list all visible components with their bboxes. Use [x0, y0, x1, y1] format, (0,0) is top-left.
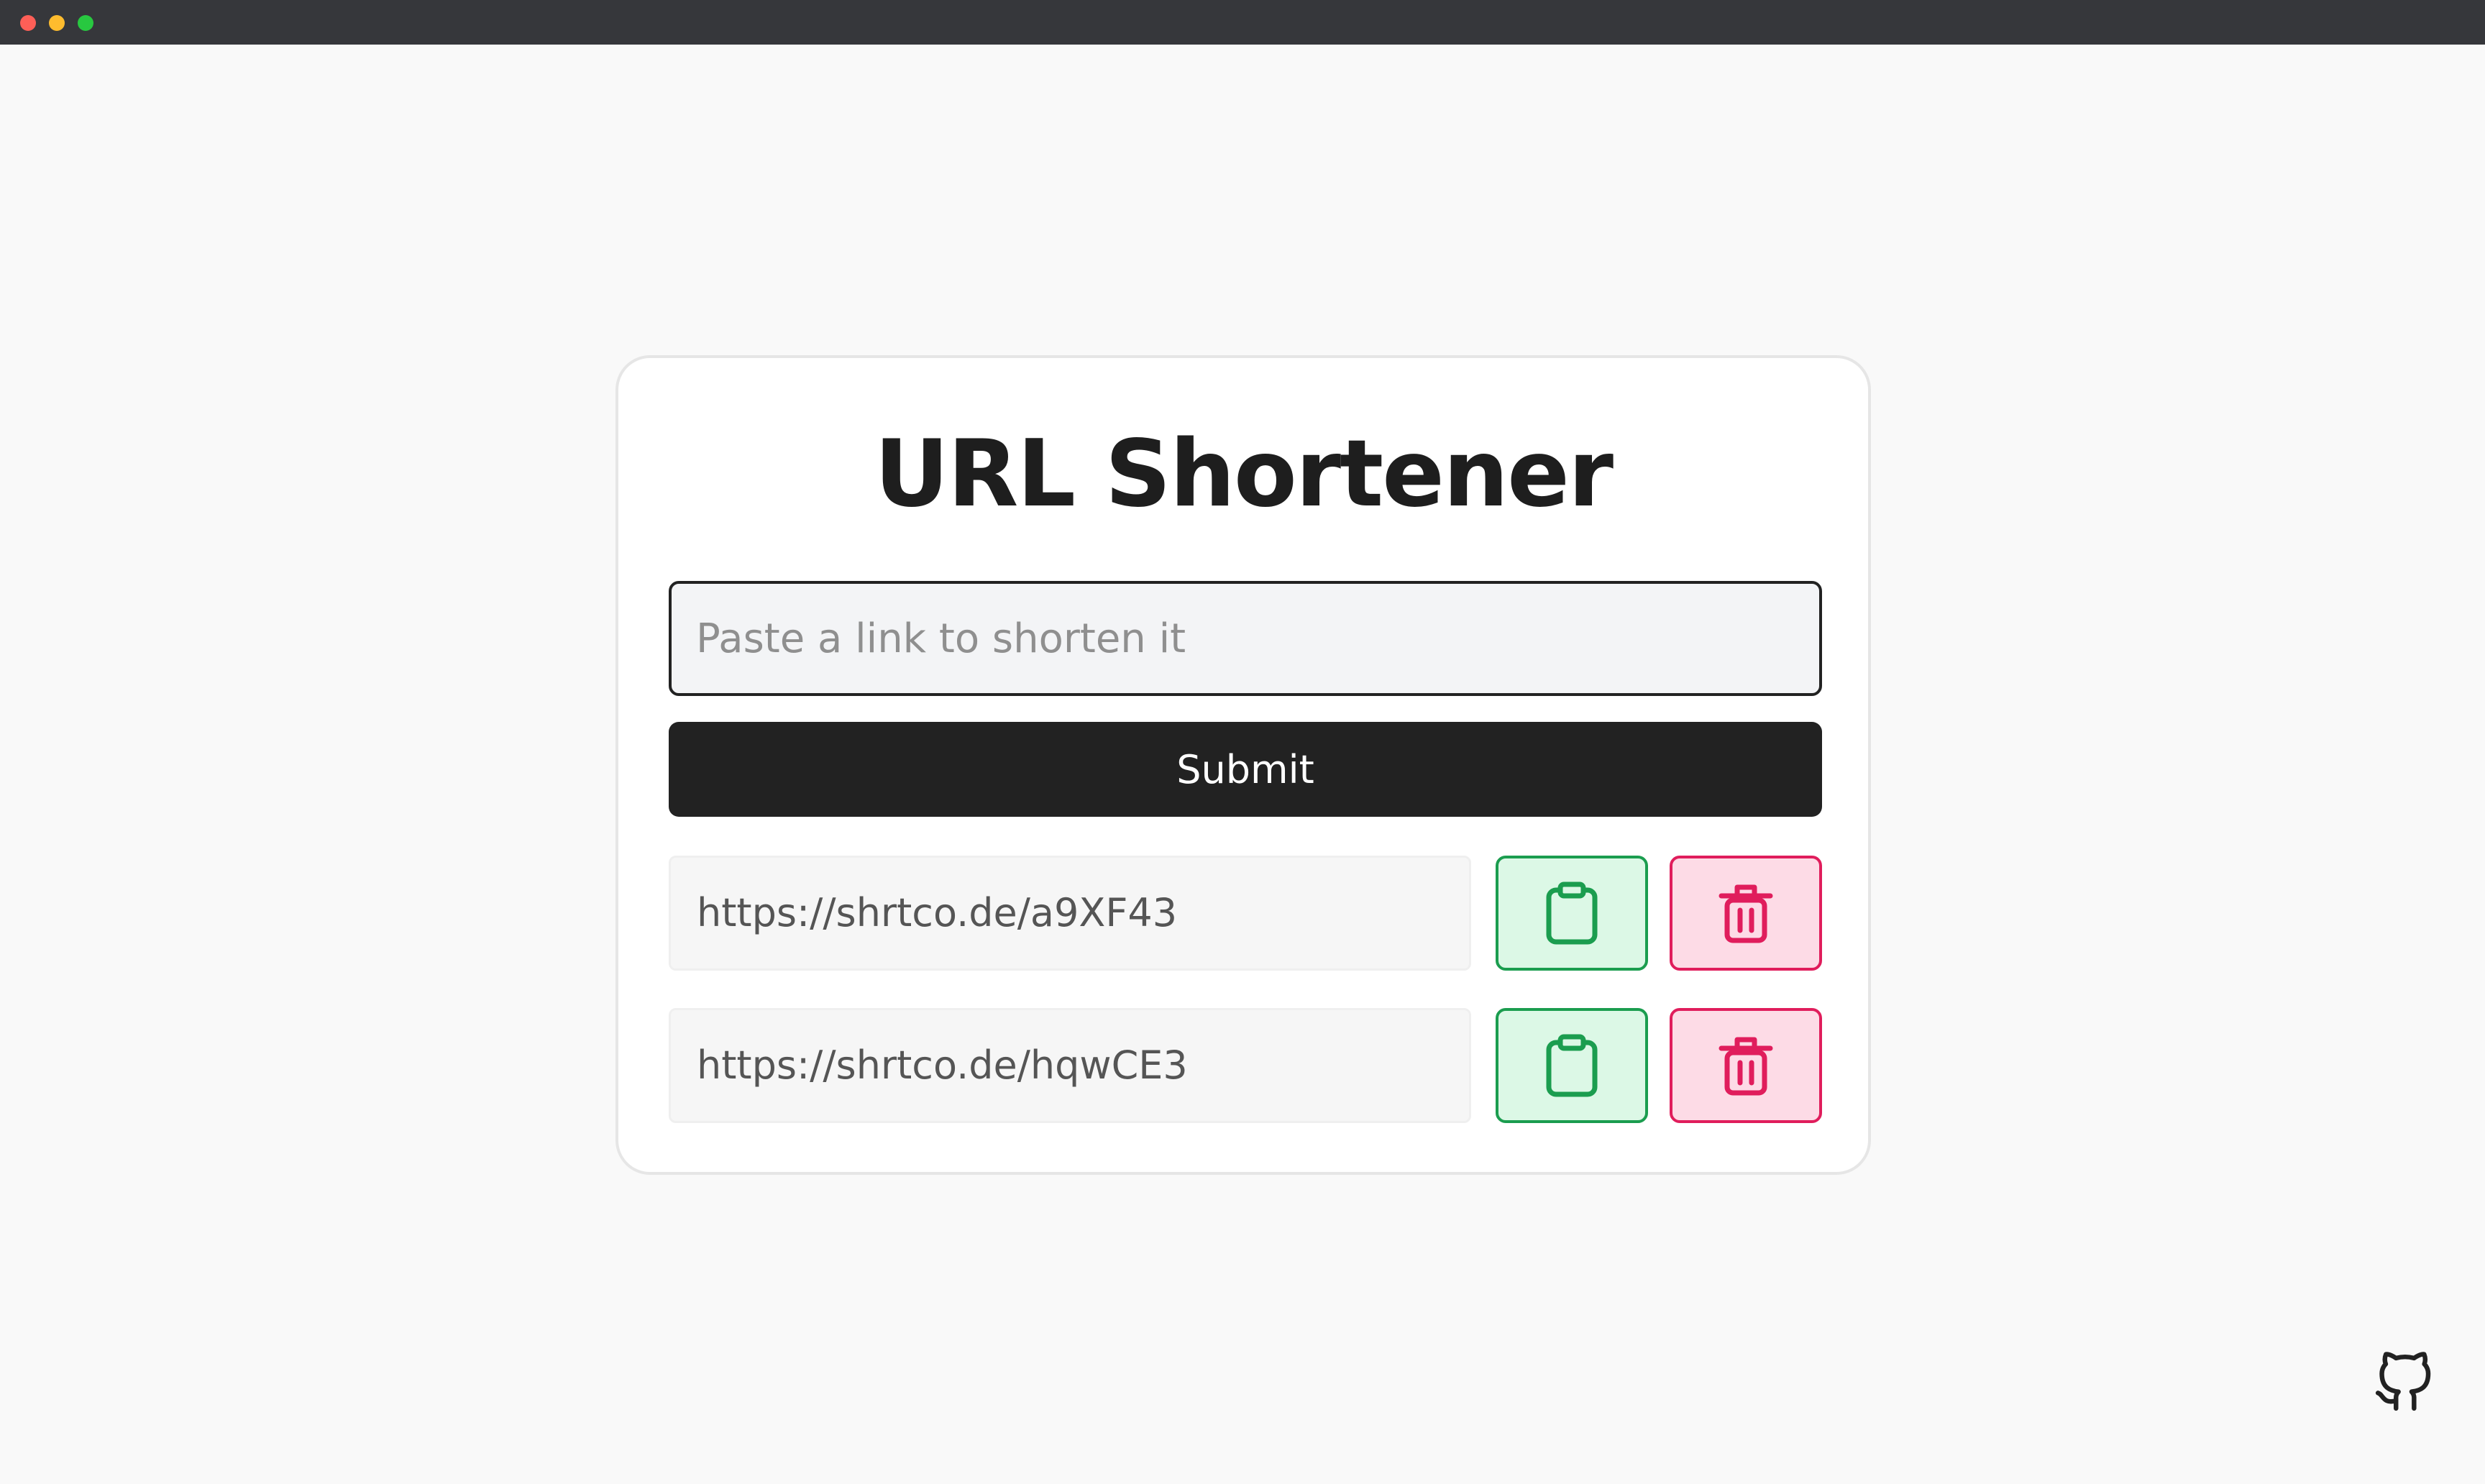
clipboard-icon	[1546, 881, 1598, 945]
close-window-button[interactable]	[20, 15, 36, 31]
shortener-card: URL Shortener Submit https://shrtco.de/a…	[615, 355, 1871, 1175]
delete-button[interactable]	[1670, 856, 1822, 971]
maximize-window-button[interactable]	[78, 15, 93, 31]
window-titlebar	[0, 0, 2485, 45]
short-url-text: https://shrtco.de/hqwCE3	[669, 1008, 1471, 1123]
copy-button[interactable]	[1496, 856, 1648, 971]
copy-button[interactable]	[1496, 1008, 1648, 1123]
submit-button[interactable]: Submit	[669, 722, 1822, 817]
result-row: https://shrtco.de/hqwCE3	[669, 1008, 1822, 1125]
trash-icon	[1719, 1037, 1773, 1096]
url-input[interactable]	[669, 581, 1822, 696]
clipboard-icon	[1546, 1034, 1598, 1097]
page-title: URL Shortener	[874, 421, 1614, 528]
trash-icon	[1719, 884, 1773, 943]
delete-button[interactable]	[1670, 1008, 1822, 1123]
short-url-text: https://shrtco.de/a9XF43	[669, 856, 1471, 971]
minimize-window-button[interactable]	[49, 15, 65, 31]
result-row: https://shrtco.de/a9XF43	[669, 856, 1822, 972]
github-icon[interactable]	[2373, 1352, 2435, 1414]
